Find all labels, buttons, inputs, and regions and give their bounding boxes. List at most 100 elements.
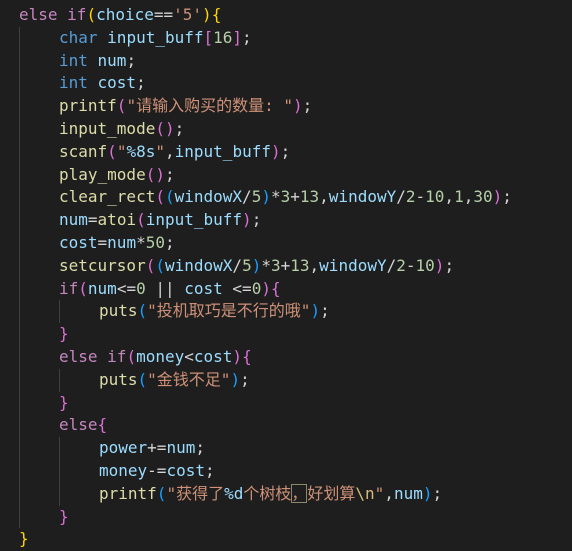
code-token: ( — [145, 255, 156, 275]
code-token: + — [290, 187, 300, 207]
code-token: input_buff — [107, 27, 204, 47]
code-token: - — [415, 187, 426, 207]
code-token: ] — [232, 27, 243, 47]
code-token: num — [166, 438, 196, 458]
code-token: ( — [107, 141, 117, 161]
code-token: ; — [136, 73, 146, 93]
code-token: () — [145, 164, 165, 184]
code-token: ; — [432, 483, 443, 503]
code-token: clear_rect — [59, 187, 156, 207]
code-token: if — [59, 278, 79, 298]
code-line[interactable]: int num; — [59, 50, 136, 73]
code-token: ; — [251, 210, 262, 230]
code-token: num — [107, 233, 137, 252]
code-line[interactable]: num=atoi(input_buff); — [59, 209, 261, 232]
code-token: } — [59, 392, 69, 412]
code-token: ) — [232, 347, 243, 366]
code-token: ( — [164, 187, 175, 207]
code-token: () — [155, 119, 175, 138]
code-line[interactable]: cost=num*50; — [59, 232, 175, 255]
code-line[interactable]: else if(money<cost){ — [59, 346, 252, 369]
code-token: || — [145, 278, 185, 298]
code-token: 13 — [290, 255, 310, 275]
code-token: ; — [444, 255, 455, 275]
code-token: ; — [242, 27, 252, 47]
code-token: "请输入购买的数量: " — [126, 96, 293, 116]
code-token: input_mode — [59, 119, 156, 138]
code-token: choice — [96, 5, 154, 24]
code-token: 好划算 — [307, 483, 356, 503]
code-token: = — [87, 210, 98, 230]
code-token: ; — [320, 301, 330, 321]
code-token: setcursor — [59, 255, 146, 275]
code-token: } — [19, 529, 29, 549]
code-token: , — [444, 187, 455, 207]
code-token: windowX — [164, 255, 233, 275]
code-token: 16 — [213, 27, 233, 47]
code-token: money — [136, 347, 185, 366]
code-token: <= — [116, 278, 137, 298]
code-token: \n — [355, 483, 375, 503]
code-token: num — [393, 483, 423, 503]
code-token: int — [59, 50, 98, 70]
code-token: char — [59, 27, 108, 47]
code-token: / — [386, 255, 397, 275]
code-token: printf — [99, 483, 157, 503]
code-token: cost — [184, 278, 223, 298]
code-line[interactable]: setcursor((windowX/5)*3+13,windowY/2-10)… — [59, 255, 454, 278]
code-line[interactable]: scanf("%8s",input_buff); — [59, 141, 290, 164]
code-line[interactable]: printf("请输入购买的数量: "); — [59, 95, 312, 118]
code-token: + — [280, 255, 291, 275]
code-token: , — [384, 483, 394, 503]
code-token: ( — [137, 369, 148, 389]
code-token: %8s — [126, 141, 156, 161]
code-line[interactable]: printf("获得了%d个树枝，好划算\n",num); — [99, 483, 442, 506]
code-line[interactable]: if(num<=0 || cost <=0){ — [59, 278, 281, 301]
code-token: ( — [156, 483, 167, 503]
code-token: ( — [78, 278, 88, 298]
code-token: / — [232, 255, 243, 275]
code-token: else — [59, 347, 108, 366]
code-token: ; — [302, 96, 313, 116]
code-line[interactable]: play_mode(); — [59, 164, 175, 187]
code-line[interactable]: } — [59, 323, 69, 346]
indent-guide — [59, 368, 60, 392]
code-token: 2 — [396, 255, 406, 275]
code-line[interactable]: puts("投机取巧是不行的哦"); — [99, 300, 330, 323]
code-token: } — [59, 506, 69, 526]
code-line[interactable]: puts("金钱不足"); — [99, 369, 250, 392]
code-token: ) — [202, 5, 212, 24]
code-token: ; — [280, 141, 291, 161]
code-line[interactable]: money-=cost; — [99, 460, 215, 483]
code-token: / — [242, 187, 252, 207]
code-token: 0 — [136, 278, 146, 298]
code-line[interactable]: int cost; — [59, 72, 146, 95]
code-token: "获得了 — [166, 483, 225, 503]
code-line[interactable]: power+=num; — [99, 437, 205, 460]
code-token: ) — [492, 187, 503, 207]
indent-guide — [59, 437, 60, 506]
code-token: ) — [251, 255, 262, 275]
code-token: cost — [166, 461, 205, 480]
code-line[interactable]: } — [59, 392, 69, 415]
code-token: else — [59, 415, 98, 435]
code-token: 2 — [405, 187, 416, 207]
code-line[interactable]: else if(choice=='5'){ — [19, 4, 221, 27]
code-token: * — [270, 187, 281, 207]
code-token: == — [153, 5, 174, 24]
code-token: } — [59, 324, 69, 344]
indent-guide — [59, 300, 60, 324]
code-token: cost — [59, 233, 98, 252]
code-line[interactable]: char input_buff[16]; — [59, 27, 252, 50]
code-line[interactable]: else{ — [59, 414, 107, 437]
code-token: ) — [261, 187, 271, 207]
code-token: ( — [86, 5, 97, 24]
code-editor[interactable]: else if(choice=='5'){char input_buff[16]… — [0, 0, 572, 548]
code-token: ; — [502, 187, 512, 207]
code-line[interactable]: clear_rect((windowX/5)*3+13,windowY/2-10… — [59, 186, 512, 209]
code-line[interactable]: input_mode(); — [59, 118, 184, 141]
code-line[interactable]: } — [59, 506, 69, 529]
code-token: 30 — [473, 187, 493, 207]
code-token: [ — [203, 27, 214, 47]
code-token: printf — [59, 96, 117, 116]
